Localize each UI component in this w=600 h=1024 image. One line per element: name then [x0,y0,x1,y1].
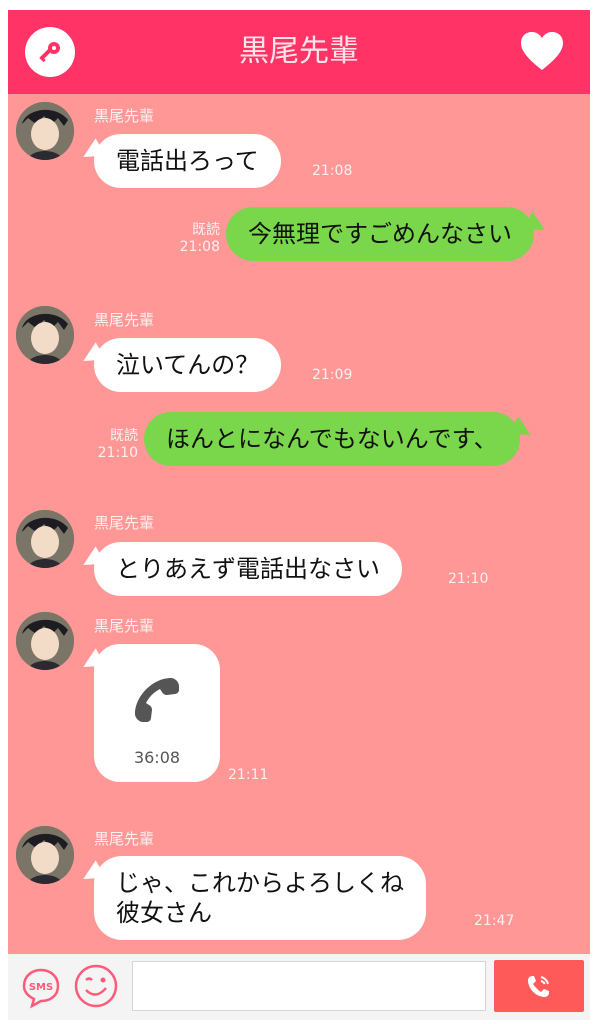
read-label: 既読 [192,222,220,238]
avatar[interactable] [16,102,74,160]
sms-icon: SMS [22,968,60,1009]
read-receipt: 既読 21:08 [170,222,220,256]
avatar[interactable] [16,612,74,670]
favorite-button[interactable] [518,28,566,76]
incoming-message-bubble[interactable]: とりあえず電話出なさい [94,542,402,596]
smile-icon [74,964,118,1008]
sender-name: 黒尾先輩 [94,617,155,635]
sender-name: 黒尾先輩 [94,830,155,848]
message-time: 21:10 [97,445,138,461]
page-title: 黒尾先輩 [239,34,359,69]
call-duration: 36:08 [133,748,181,767]
message-time: 21:11 [228,767,269,783]
chat-screen: 黒尾先輩 黒尾先輩 電話出ろって 21:08 既読 21:08 今無理ですごめん… [8,10,590,1020]
sms-label: SMS [29,982,53,993]
header-bar: 黒尾先輩 [8,10,590,94]
avatar[interactable] [16,826,74,884]
call-message-bubble[interactable]: 36:08 [94,644,220,782]
message-time: 21:47 [474,913,515,929]
incoming-message-bubble[interactable]: じゃ、これからよろしくね 彼女さん [94,856,426,940]
incoming-message-bubble[interactable]: 電話出ろって [94,134,281,188]
call-button[interactable] [494,960,584,1012]
sms-button[interactable]: SMS [18,964,64,1010]
read-label: 既読 [110,428,138,444]
incoming-message-bubble[interactable]: 泣いてんの？ [94,338,282,392]
outgoing-message-bubble[interactable]: 今無理ですごめんなさい [226,207,534,261]
outgoing-message-bubble[interactable]: ほんとになんでもないんです、 [144,412,520,466]
message-time: 21:09 [312,367,353,383]
sender-name: 黒尾先輩 [94,311,155,329]
sender-name: 黒尾先輩 [94,514,155,532]
message-time: 21:10 [448,571,489,587]
heart-icon [521,32,563,70]
input-bar: SMS [8,954,590,1020]
message-line: 彼女さん [116,899,212,927]
emoji-button[interactable] [72,962,120,1010]
avatar[interactable] [16,510,74,568]
phone-icon [528,976,549,997]
message-line: じゃ、これからよろしくね [116,869,404,897]
message-input[interactable] [132,961,486,1011]
message-time: 21:08 [312,163,353,179]
avatar[interactable] [16,306,74,364]
phone-icon [135,678,179,722]
read-receipt: 既読 21:10 [88,428,138,462]
message-time: 21:08 [179,239,220,255]
sender-name: 黒尾先輩 [94,107,155,125]
